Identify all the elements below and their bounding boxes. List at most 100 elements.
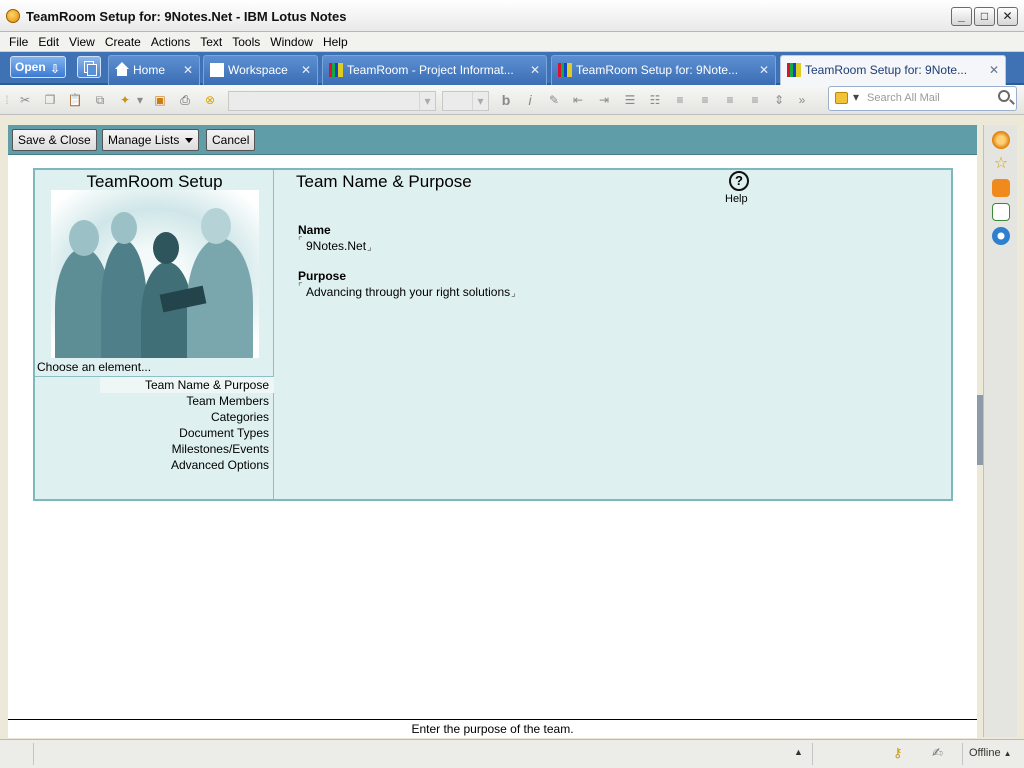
chevron-down-icon: ▾ (472, 92, 488, 110)
indent-icon[interactable]: ⇥ (596, 93, 612, 107)
setup-nav: Team Name & Purpose Team Members Categor… (35, 376, 274, 473)
status-message-area[interactable] (34, 743, 813, 765)
tab-home[interactable]: Home ✕ (108, 55, 200, 85)
align-left-icon[interactable]: ≡ (672, 93, 688, 107)
close-tab-icon[interactable]: ✕ (530, 56, 540, 84)
bullet-list-icon[interactable]: ☰ (622, 93, 638, 107)
switch-tabs-icon[interactable] (77, 56, 101, 78)
align-right-icon[interactable]: ≡ (722, 93, 738, 107)
highlighter-icon[interactable]: ✎ (546, 93, 562, 107)
menu-edit[interactable]: Edit (33, 32, 64, 52)
signature-icon[interactable]: ✍ (932, 745, 943, 761)
window-title: TeamRoom Setup for: 9Notes.Net - IBM Lot… (26, 9, 347, 24)
paste-icon[interactable]: 📋 (67, 93, 83, 107)
status-history-icon[interactable]: ▲ (794, 747, 803, 757)
chevron-down-icon[interactable]: ▾ (135, 93, 145, 107)
search-all-mail-input[interactable]: ▾ Search All Mail (828, 86, 1017, 111)
section-heading: Team Name & Purpose (296, 172, 472, 191)
bold-icon[interactable]: b (498, 93, 514, 107)
menu-window[interactable]: Window (265, 32, 318, 52)
align-center-icon[interactable]: ≡ (697, 93, 713, 107)
workspace-icon (210, 63, 224, 77)
star-icon[interactable]: ☆ (992, 155, 1010, 173)
cut-icon[interactable]: ✂ (17, 93, 33, 107)
name-label: Name (298, 223, 331, 237)
tab-teamroom-setup-active[interactable]: TeamRoom Setup for: 9Note... ✕ (780, 55, 1006, 86)
nav-team-members[interactable]: Team Members (35, 393, 274, 409)
menu-view[interactable]: View (64, 32, 100, 52)
status-bar: ▲ ⚷ ✍ Offline ▲ (0, 739, 1024, 768)
save-close-button[interactable]: Save & Close (12, 129, 97, 151)
menu-tools[interactable]: Tools (227, 32, 265, 52)
close-tab-icon[interactable]: ✕ (301, 56, 311, 84)
tab-teamroom-project[interactable]: TeamRoom - Project Informat... ✕ (322, 55, 547, 85)
search-icon[interactable] (998, 90, 1010, 102)
help-icon[interactable]: ? (729, 171, 749, 191)
location-status[interactable]: Offline ▲ (969, 747, 1012, 759)
close-tab-icon[interactable]: ✕ (989, 56, 999, 84)
chevron-down-icon[interactable]: ▾ (853, 90, 859, 104)
tab-workspace[interactable]: Workspace ✕ (203, 55, 318, 85)
choose-element-label: Choose an element... (37, 360, 152, 374)
font-family-select[interactable]: ▾ (228, 91, 436, 111)
tab-bar: Open ⇩ Home ✕ Workspace ✕ TeamRoom - Pro… (0, 52, 1024, 86)
mail-scope-icon[interactable] (835, 92, 848, 104)
chevron-down-icon: ▾ (419, 92, 435, 110)
action-bar: Save & Close Manage Lists Cancel (8, 125, 977, 155)
stop-icon[interactable]: ⊗ (202, 93, 218, 107)
menu-text[interactable]: Text (195, 32, 227, 52)
purpose-label: Purpose (298, 269, 347, 283)
field-help-line: Enter the purpose of the team. (8, 719, 977, 738)
copy-icon[interactable]: ❐ (42, 93, 58, 107)
calendar-icon[interactable] (992, 203, 1010, 221)
manage-lists-button[interactable]: Manage Lists (102, 129, 200, 151)
outdent-icon[interactable]: ⇤ (570, 93, 586, 107)
menu-help[interactable]: Help (318, 32, 353, 52)
right-sidebar: ☆ (983, 125, 1017, 737)
numbered-list-icon[interactable]: ☷ (647, 93, 663, 107)
help-label[interactable]: Help (725, 193, 748, 205)
purpose-field[interactable]: Advancing through your right solutions (298, 282, 516, 299)
lotus-notes-icon (6, 9, 20, 23)
teamroom-icon (329, 63, 343, 77)
copy-as-link-icon[interactable]: ⧉ (92, 93, 108, 107)
nav-document-types[interactable]: Document Types (35, 425, 274, 441)
nav-advanced-options[interactable]: Advanced Options (35, 457, 274, 473)
open-button[interactable]: Open ⇩ (10, 56, 66, 78)
close-window-button[interactable]: ✕ (997, 7, 1018, 26)
nav-team-name-purpose[interactable]: Team Name & Purpose (35, 377, 274, 393)
menu-file[interactable]: File (4, 32, 33, 52)
minimize-button[interactable]: _ (951, 7, 972, 26)
activities-icon[interactable] (992, 227, 1010, 245)
more-tools-icon[interactable]: » (796, 93, 808, 107)
maximize-button[interactable]: □ (974, 7, 995, 26)
close-tab-icon[interactable]: ✕ (759, 56, 769, 84)
cancel-button[interactable]: Cancel (206, 129, 256, 151)
key-icon[interactable]: ⚷ (893, 745, 903, 761)
justify-icon[interactable]: ≡ (747, 93, 763, 107)
toolbar-grip-icon: ⁞ (5, 93, 9, 107)
chevron-down-icon (185, 138, 194, 144)
chevron-up-icon: ▲ (1003, 749, 1012, 758)
name-field[interactable]: 9Notes.Net (298, 236, 372, 253)
print-icon[interactable]: ⎙ (177, 93, 193, 107)
line-spacing-icon[interactable]: ⇕ (771, 93, 787, 107)
nav-categories[interactable]: Categories (35, 409, 274, 425)
save-icon[interactable]: ▣ (152, 93, 168, 107)
menu-actions[interactable]: Actions (146, 32, 195, 52)
menu-bar: File Edit View Create Actions Text Tools Window… (0, 32, 1024, 52)
feeds-icon[interactable] (992, 179, 1010, 197)
nav-milestones-events[interactable]: Milestones/Events (35, 441, 274, 457)
italic-icon[interactable]: i (522, 93, 538, 107)
sametime-icon[interactable] (992, 131, 1010, 149)
setup-panel: TeamRoom Setup Choose an element... Team… (33, 168, 953, 501)
font-size-select[interactable]: ▾ (442, 91, 489, 111)
arrow-down-icon: ⇩ (49, 62, 60, 76)
menu-create[interactable]: Create (100, 32, 146, 52)
tab-teamroom-setup-1[interactable]: TeamRoom Setup for: 9Note... ✕ (551, 55, 776, 85)
teamroom-icon (558, 63, 572, 77)
setup-title: TeamRoom Setup (86, 172, 223, 191)
close-tab-icon[interactable]: ✕ (183, 56, 193, 84)
home-icon (115, 62, 129, 69)
new-document-icon[interactable]: ✦ (117, 93, 133, 107)
